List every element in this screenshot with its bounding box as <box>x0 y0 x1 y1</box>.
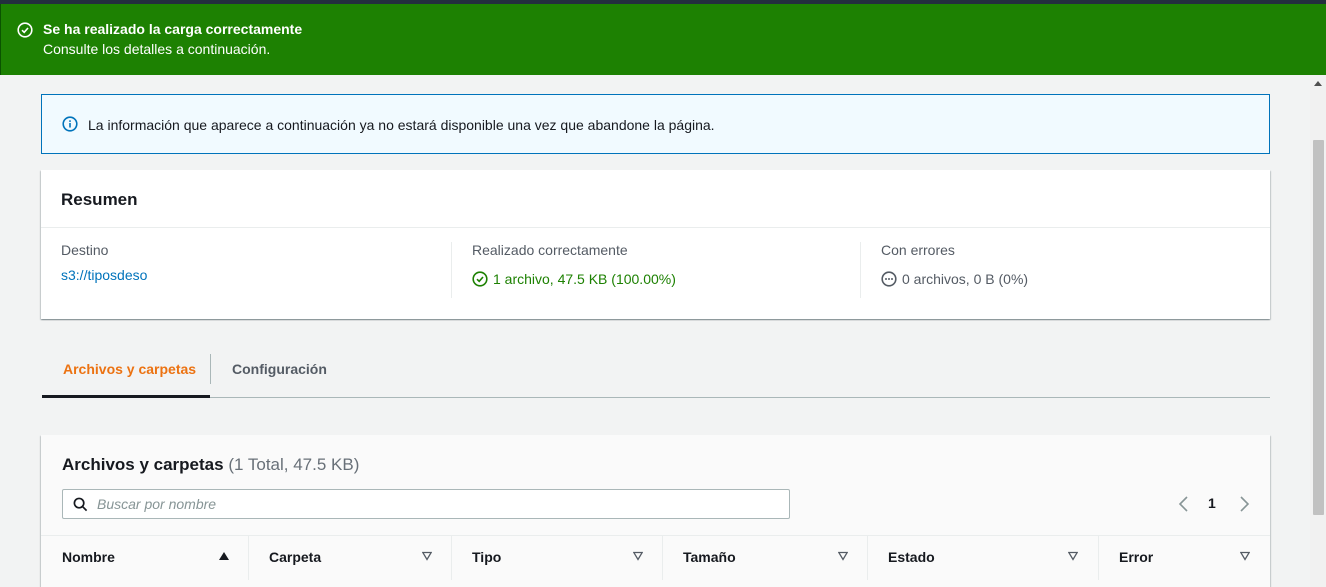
pending-ellipsis-icon <box>881 271 897 287</box>
pagination: 1 <box>1177 493 1257 517</box>
search-box[interactable] <box>62 489 790 519</box>
destination-column: Destino s3://tiposdeso <box>61 242 452 298</box>
tab-files-and-folders[interactable]: Archivos y carpetas <box>42 354 210 398</box>
page-number[interactable]: 1 <box>1208 495 1216 511</box>
column-header-folder[interactable]: Carpeta <box>248 536 450 580</box>
flash-subtitle: Consulte los detalles a continuación. <box>43 41 271 57</box>
column-header-type-label: Tipo <box>472 549 502 565</box>
check-circle-icon <box>17 22 33 38</box>
files-title-text: Archivos y carpetas <box>62 455 224 474</box>
success-check-icon <box>472 271 488 287</box>
column-header-status-label: Estado <box>888 549 935 565</box>
success-column: Realizado correctamente 1 archivo, 47.5 … <box>451 242 861 298</box>
column-header-folder-label: Carpeta <box>269 549 322 565</box>
sort-icon[interactable] <box>422 551 432 561</box>
files-count: (1 Total, 47.5 KB) <box>228 455 360 474</box>
column-header-name-label: Nombre <box>62 549 115 565</box>
scroll-up-arrow-icon[interactable] <box>1314 81 1322 86</box>
column-header-status[interactable]: Estado <box>867 536 1097 580</box>
page-scrollbar[interactable] <box>1310 75 1326 587</box>
success-value: 1 archivo, 47.5 KB (100.00%) <box>493 271 676 287</box>
errors-value: 0 archivos, 0 B (0%) <box>902 271 1029 287</box>
sort-icon[interactable] <box>1068 551 1078 561</box>
column-header-error-label: Error <box>1119 549 1154 565</box>
destination-link[interactable]: s3://tiposdeso <box>61 267 147 283</box>
sort-icon[interactable] <box>838 551 848 561</box>
flash-title: Se ha realizado la carga correctamente <box>43 21 303 37</box>
column-header-name[interactable]: Nombre <box>62 536 248 580</box>
summary-header: Resumen <box>41 170 1270 228</box>
errors-column: Con errores 0 archivos, 0 B (0%) <box>860 242 1260 298</box>
info-alert-text: La información que aparece a continuació… <box>88 117 715 133</box>
chevron-left-icon[interactable] <box>1177 495 1191 513</box>
column-header-type[interactable]: Tipo <box>451 536 662 580</box>
search-input[interactable] <box>97 494 777 514</box>
success-flashbar: Se ha realizado la carga correctamente C… <box>0 4 1326 75</box>
errors-label: Con errores <box>881 242 955 258</box>
info-alert: La información que aparece a continuació… <box>41 94 1270 154</box>
scrollbar-thumb[interactable] <box>1313 140 1324 515</box>
info-icon <box>62 116 78 132</box>
summary-title: Resumen <box>61 190 138 209</box>
column-header-error[interactable]: Error <box>1098 536 1258 580</box>
sort-icon[interactable] <box>633 551 643 561</box>
sort-ascending-icon[interactable] <box>219 551 229 561</box>
tab-bar: Archivos y carpetas Configuración <box>42 354 1270 398</box>
chevron-right-icon[interactable] <box>1237 495 1251 513</box>
success-label: Realizado correctamente <box>472 242 628 258</box>
destination-label: Destino <box>61 242 109 258</box>
files-panel-title: Archivos y carpetas (1 Total, 47.5 KB) <box>62 455 359 475</box>
column-header-size[interactable]: Tamaño <box>662 536 867 580</box>
table-header: Nombre Carpeta Tipo Tamaño Estado Error <box>41 535 1270 580</box>
tab-configuration[interactable]: Configuración <box>211 354 351 398</box>
column-header-size-label: Tamaño <box>683 549 736 565</box>
files-panel: Archivos y carpetas (1 Total, 47.5 KB) 1… <box>41 435 1270 587</box>
search-icon <box>73 497 88 512</box>
sort-icon[interactable] <box>1240 551 1250 561</box>
summary-container: Resumen Destino s3://tiposdeso Realizado… <box>41 170 1270 319</box>
